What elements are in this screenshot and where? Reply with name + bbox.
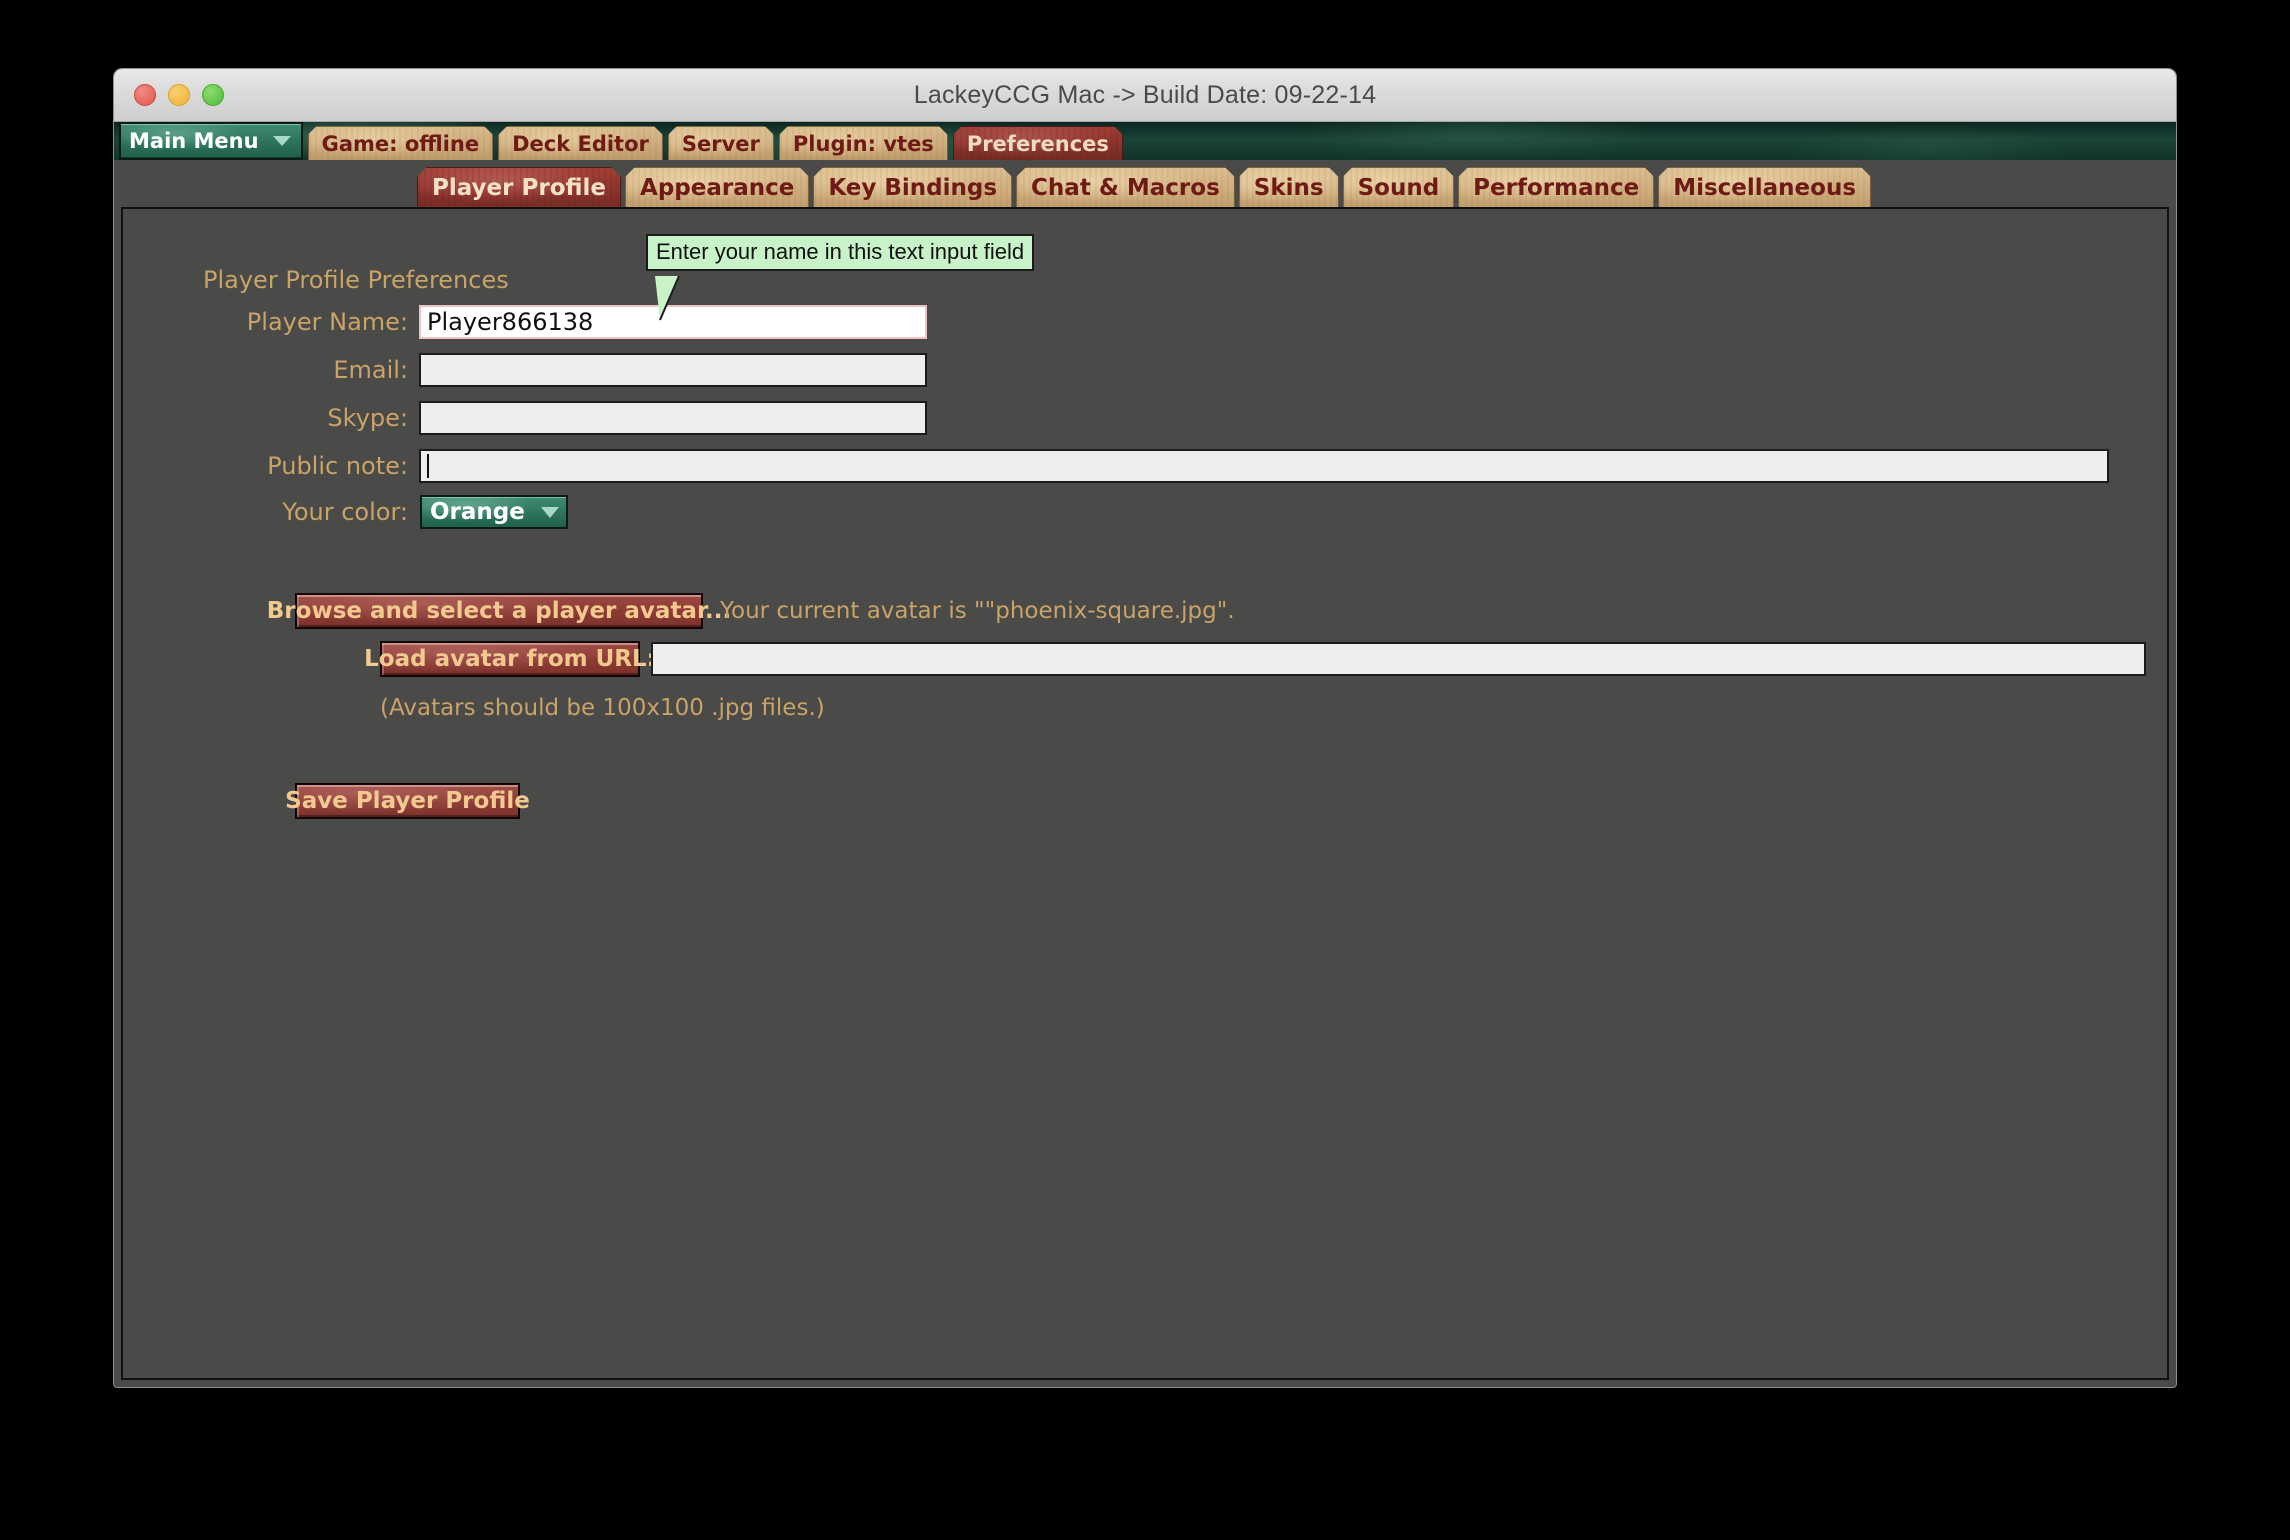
main-menu-label: Main Menu <box>129 129 259 153</box>
maximize-window-icon[interactable] <box>202 84 224 106</box>
tab-performance-label: Performance <box>1473 175 1640 201</box>
close-window-icon[interactable] <box>134 84 156 106</box>
main-menu-button[interactable]: Main Menu <box>119 122 303 160</box>
menu-item-game-label: Game: offline <box>321 131 480 156</box>
menu-item-game[interactable]: Game: offline <box>308 126 494 160</box>
tab-miscellaneous-label: Miscellaneous <box>1673 175 1857 201</box>
browse-avatar-button[interactable]: Browse and select a player avatar... <box>267 593 731 629</box>
public-note-input[interactable] <box>419 449 2109 483</box>
window-title: LackeyCCG Mac -> Build Date: 09-22-14 <box>913 80 1377 109</box>
screen: LackeyCCG Mac -> Build Date: 09-22-14 Ma… <box>0 0 2290 1540</box>
player-name-row: Player Name: Player866138 <box>203 305 927 339</box>
browse-avatar-label: Browse and select a player avatar... <box>266 598 732 624</box>
preferences-tab-bar: Player Profile Appearance Key Bindings C… <box>417 166 1875 208</box>
menu-item-plugin-label: Plugin: vtes <box>792 131 934 156</box>
avatar-url-input[interactable] <box>651 642 2146 676</box>
tab-chat-macros-label: Chat & Macros <box>1031 175 1220 201</box>
chevron-down-icon <box>272 136 291 146</box>
player-name-value: Player866138 <box>427 308 594 336</box>
avatar-browse-row: Browse and select a player avatar... You… <box>267 593 1235 629</box>
menu-item-server-label: Server <box>681 131 760 156</box>
avatar-hint-text: (Avatars should be 100x100 .jpg files.) <box>380 695 825 721</box>
skype-row: Skype: <box>203 401 927 435</box>
tab-chat-macros[interactable]: Chat & Macros <box>1016 167 1235 208</box>
menu-item-preferences[interactable]: Preferences <box>953 126 1123 160</box>
tab-performance[interactable]: Performance <box>1458 167 1654 208</box>
menu-item-server[interactable]: Server <box>668 126 774 160</box>
current-avatar-text: Your current avatar is ""phoenix-square.… <box>720 598 1235 624</box>
your-color-value: Orange <box>430 499 525 525</box>
menu-item-deck-editor-label: Deck Editor <box>512 131 649 156</box>
window-body: Player Profile Appearance Key Bindings C… <box>114 160 2176 1387</box>
tab-sound[interactable]: Sound <box>1343 167 1455 208</box>
skype-input[interactable] <box>419 401 927 435</box>
section-title: Player Profile Preferences <box>203 266 509 294</box>
tab-key-bindings-label: Key Bindings <box>828 175 998 201</box>
menu-bar: Main Menu Game: offline Deck Editor Serv… <box>114 122 2176 160</box>
public-note-row: Public note: <box>203 449 2109 483</box>
menu-item-deck-editor[interactable]: Deck Editor <box>498 126 663 160</box>
load-avatar-url-label: Load avatar from URL: <box>364 646 656 672</box>
tab-skins-label: Skins <box>1253 175 1324 201</box>
menu-bar-items: Main Menu Game: offline Deck Editor Serv… <box>114 122 1123 160</box>
tooltip-tail-icon <box>655 276 680 321</box>
preferences-content-panel: Player Profile Preferences Player Name: … <box>121 207 2169 1380</box>
menu-item-plugin[interactable]: Plugin: vtes <box>779 126 948 160</box>
email-input[interactable] <box>419 353 927 387</box>
email-row: Email: <box>203 353 927 387</box>
tab-skins[interactable]: Skins <box>1239 167 1339 208</box>
tab-appearance-label: Appearance <box>640 175 795 201</box>
email-label: Email: <box>333 356 408 384</box>
your-color-label: Your color: <box>282 498 408 526</box>
save-player-profile-button[interactable]: Save Player Profile <box>285 783 530 819</box>
chevron-down-icon <box>541 506 559 518</box>
tab-miscellaneous[interactable]: Miscellaneous <box>1658 167 1871 208</box>
tooltip: Enter your name in this text input field <box>646 234 1035 271</box>
player-name-label: Player Name: <box>246 308 408 336</box>
tab-appearance[interactable]: Appearance <box>625 167 809 208</box>
tab-sound-label: Sound <box>1357 175 1440 201</box>
tab-player-profile-label: Player Profile <box>432 175 607 201</box>
application-window: LackeyCCG Mac -> Build Date: 09-22-14 Ma… <box>113 68 2177 1388</box>
skype-label: Skype: <box>327 404 408 432</box>
load-avatar-url-button[interactable]: Load avatar from URL: <box>364 641 656 677</box>
text-cursor <box>427 454 429 478</box>
your-color-row: Your color: Orange <box>203 495 568 529</box>
save-player-profile-label: Save Player Profile <box>285 788 530 814</box>
tooltip-text: Enter your name in this text input field <box>656 239 1025 264</box>
tab-player-profile[interactable]: Player Profile <box>417 167 621 208</box>
avatar-url-row: Load avatar from URL: <box>364 641 2146 677</box>
your-color-select[interactable]: Orange <box>420 495 568 529</box>
window-controls <box>134 84 224 106</box>
minimize-window-icon[interactable] <box>168 84 190 106</box>
title-bar: LackeyCCG Mac -> Build Date: 09-22-14 <box>114 69 2176 122</box>
tab-key-bindings[interactable]: Key Bindings <box>813 167 1012 208</box>
public-note-label: Public note: <box>267 452 408 480</box>
menu-item-preferences-label: Preferences <box>966 131 1109 156</box>
